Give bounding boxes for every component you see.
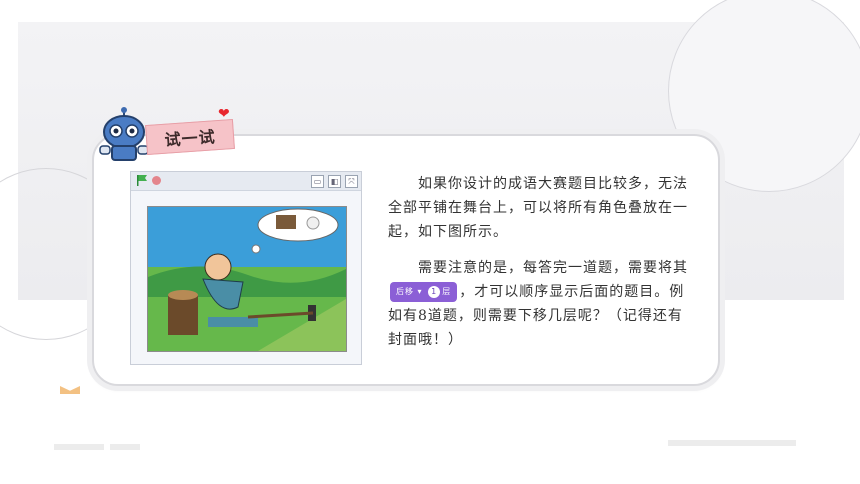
fullscreen-icon[interactable]: ⤧: [345, 175, 358, 188]
decorative-bar-left-2: [110, 444, 140, 450]
section-label: 试一试: [145, 118, 235, 156]
decorative-bar-left: [54, 444, 104, 450]
block-value: 1: [428, 286, 441, 298]
paragraph-2: 需要注意的是，每答完一道题，需要将其后移 ▾ 1 层，才可以顺序显示后面的题目。例…: [388, 256, 694, 352]
robot-mascot-icon: [99, 107, 149, 161]
green-flag-icon[interactable]: [137, 175, 147, 186]
stop-icon[interactable]: [152, 176, 161, 185]
small-stage-button[interactable]: ▭: [311, 175, 324, 188]
scratch-stage: ▭ ◧ ⤧: [130, 171, 362, 365]
paragraph-1: 如果你设计的成语大赛题目比较多，无法全部平铺在舞台上，可以将所有角色叠放在一起，…: [388, 172, 694, 244]
paragraph-1-text: 如果你设计的成语大赛题目比较多，无法全部平铺在舞台上，可以将所有角色叠放在一起，…: [388, 176, 688, 240]
block-label: 后移: [396, 287, 414, 296]
stage-toolbar: ▭ ◧ ⤧: [131, 172, 361, 191]
decorative-bar-right: [668, 440, 796, 446]
block-suffix: 层: [442, 287, 452, 296]
block-dropdown-icon: ▾: [417, 287, 423, 296]
decorative-ribbon: [60, 386, 80, 394]
go-back-layers-block: 后移 ▾ 1层: [390, 282, 458, 302]
paragraph-2-before: 需要注意的是，每答完一道题，需要将其: [418, 260, 688, 276]
normal-stage-button[interactable]: ◧: [328, 175, 341, 188]
stage-illustration: [147, 206, 347, 352]
heart-icon: ❤: [218, 106, 230, 122]
